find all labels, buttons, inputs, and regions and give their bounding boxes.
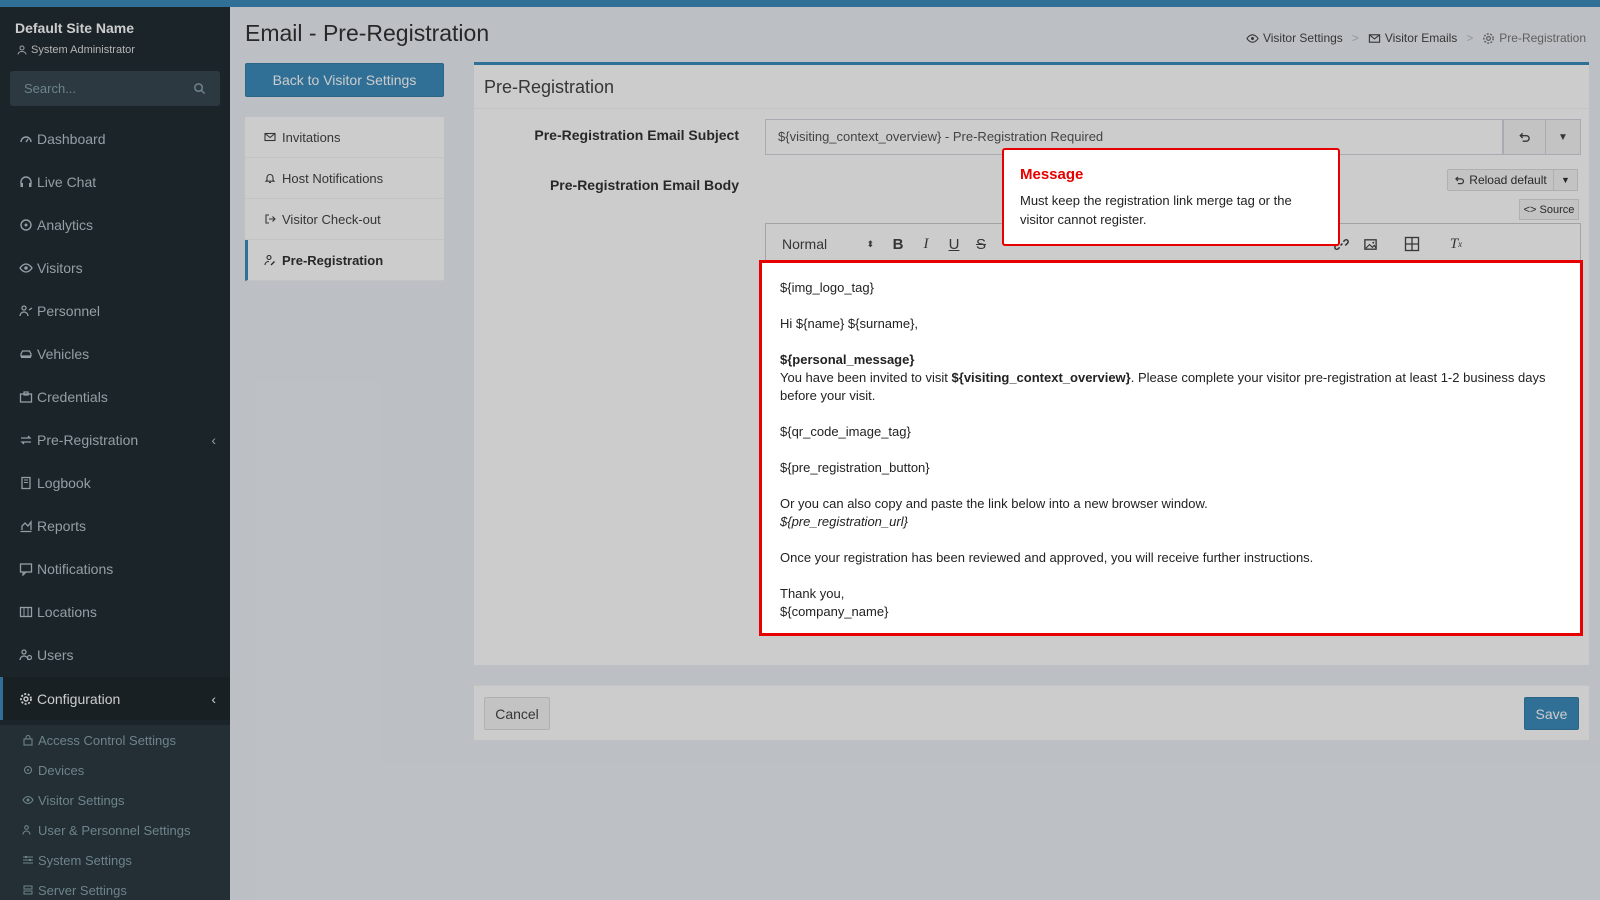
merge-tag: ${pre_registration_url} — [780, 514, 908, 529]
editor-text: Thank you, — [780, 586, 845, 601]
tooltip-body: Must keep the registration link merge ta… — [1020, 193, 1292, 227]
merge-tag: ${company_name} — [780, 604, 889, 619]
editor-line: ${qr_code_image_tag} — [780, 424, 911, 439]
editor-paragraph: Or you can also copy and paste the link … — [780, 495, 1562, 531]
merge-tag: ${personal_message} — [780, 352, 915, 367]
email-body-editor[interactable]: ${img_logo_tag} Hi ${name} ${surname}, $… — [759, 260, 1583, 636]
editor-line: ${pre_registration_button} — [780, 460, 930, 475]
editor-paragraph: ${personal_message} You have been invited… — [780, 351, 1562, 405]
merge-tag: ${visiting_context_overview} — [951, 370, 1131, 385]
editor-text: Or you can also copy and paste the link … — [780, 496, 1208, 511]
editor-paragraph: Thank you, ${company_name} — [780, 585, 1562, 621]
editor-line: Once your registration has been reviewed… — [780, 550, 1314, 565]
editor-line: Hi ${name} ${surname}, — [780, 316, 919, 331]
editor-text: You have been invited to visit — [780, 370, 952, 385]
editor-line: ${img_logo_tag} — [780, 280, 874, 295]
tooltip-title: Message — [1020, 166, 1084, 183]
message-tooltip: Message Must keep the registration link … — [1002, 148, 1340, 246]
